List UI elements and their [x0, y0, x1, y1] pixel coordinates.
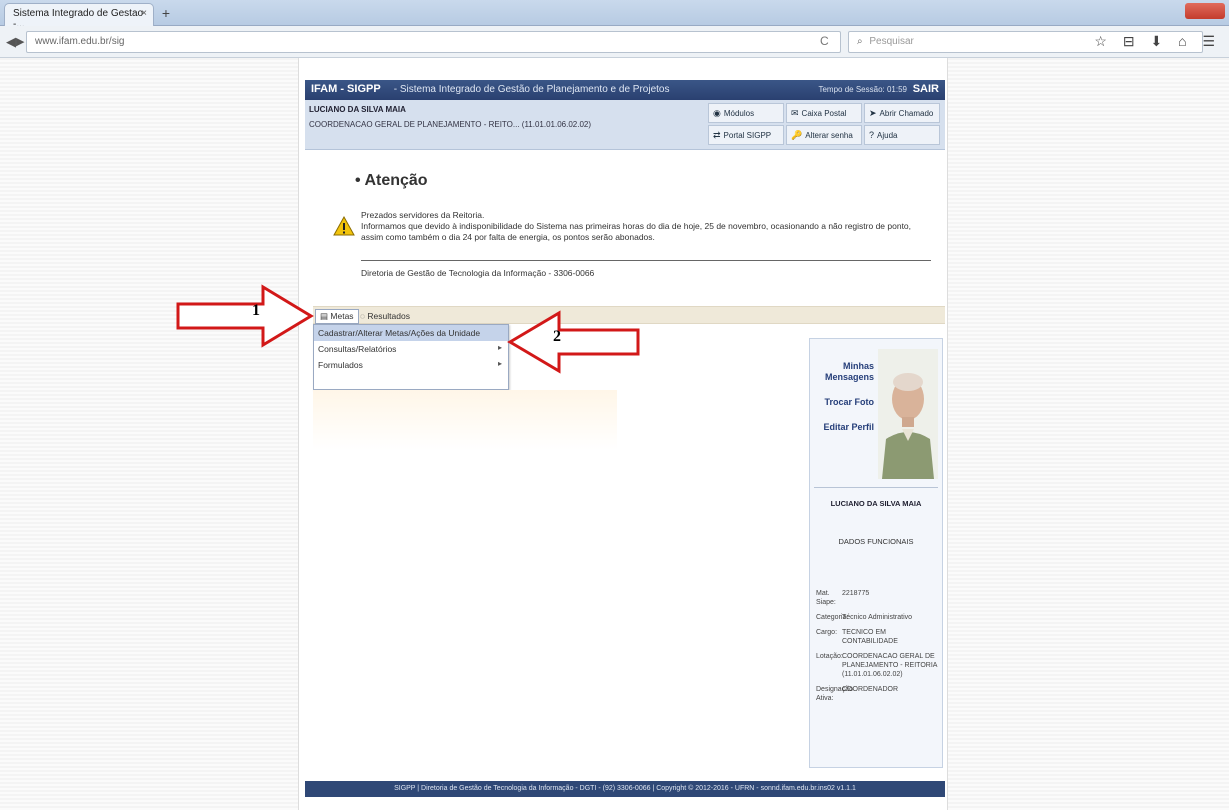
- mailbox-link[interactable]: ✉ Caixa Postal: [786, 103, 862, 123]
- search-placeholder: Pesquisar: [869, 36, 914, 47]
- search-icon: ⌕: [857, 36, 863, 47]
- url-text: www.ifam.edu.br/sig: [35, 36, 125, 47]
- user-info-panel: LUCIANO DA SILVA MAIA COORDENACAO GERAL …: [305, 100, 945, 150]
- browser-nav-bar: ◀ ▶ www.ifam.edu.br/sig C ⌕ Pesquisar ☆ …: [0, 26, 1229, 58]
- functional-data: Mat. Siape: 2218775 Categoria: Técnico Adm…: [816, 589, 940, 709]
- metas-dropdown: Cadastrar/Alterar Metas/Ações da Unidade…: [313, 324, 509, 390]
- metas-icon: ▤: [320, 311, 331, 321]
- submenu-arrow-icon: ▸: [497, 343, 502, 352]
- profile-divider: [814, 487, 938, 488]
- edit-profile-link[interactable]: Editar Perfil: [814, 422, 874, 433]
- mail-icon: ✉: [791, 108, 799, 118]
- warning-icon: [333, 216, 355, 236]
- content-container: IFAM - SIGPP - Sistema Integrado de Gest…: [298, 58, 948, 810]
- page-footer: SIGPP | Diretoria de Gestão de Tecnologi…: [305, 781, 945, 797]
- modules-icon: ◉: [713, 108, 721, 118]
- profile-links: Minhas Mensagens Trocar Foto Editar Perf…: [814, 361, 874, 447]
- browser-tab[interactable]: Sistema Integrado de Gestao -... ×: [4, 3, 154, 30]
- submenu-arrow-icon: ▸: [497, 359, 502, 368]
- decorative-fade: [313, 390, 617, 450]
- dropdown-item-formulados[interactable]: Formulados ▸: [314, 357, 508, 373]
- user-photo: [878, 349, 938, 479]
- detail-row: Lotação: COORDENACAO GERAL DE PLANEJAMENT…: [816, 653, 938, 678]
- dropdown-item-cadastrar[interactable]: Cadastrar/Alterar Metas/Ações da Unidade: [314, 325, 508, 341]
- menu-metas[interactable]: ▤ Metas: [315, 309, 359, 324]
- detail-row: Mat. Siape: 2218775: [816, 590, 870, 606]
- notice-box: • Atenção Prezados servidores da Reitori…: [333, 168, 937, 308]
- user-name: LUCIANO DA SILVA MAIA: [309, 105, 406, 114]
- logout-button[interactable]: SAIR: [913, 83, 939, 95]
- new-tab-button[interactable]: +: [158, 6, 174, 22]
- browser-tab-bar: Sistema Integrado de Gestao -... × +: [0, 0, 1229, 30]
- annotation-arrow-right: [176, 284, 314, 348]
- portal-icon: ⇄: [713, 130, 721, 140]
- reload-icon[interactable]: C: [820, 34, 829, 48]
- messages-link[interactable]: Minhas Mensagens: [814, 361, 874, 383]
- divider: [361, 260, 931, 261]
- notice-body: Prezados servidores da Reitoria. Informa…: [361, 210, 931, 243]
- user-unit: COORDENACAO GERAL DE PLANEJAMENTO - REIT…: [309, 120, 592, 129]
- annotation-arrow-left: [507, 310, 640, 374]
- functional-data-title: DADOS FUNCIONAIS: [838, 537, 914, 546]
- forward-arrow-icon[interactable]: ▶: [16, 35, 24, 48]
- app-description: - Sistema Integrado de Gestão de Planeja…: [393, 84, 670, 95]
- notice-message: Informamos que devido à indisponibilidad…: [361, 221, 912, 242]
- back-arrow-icon[interactable]: ◀: [6, 34, 16, 50]
- arrow-icon: ➤: [869, 108, 877, 118]
- detail-row: Cargo: TECNICO EM CONTABILIDADE: [816, 629, 898, 645]
- notice-signature: Diretoria de Gestão de Tecnologia da Inf…: [361, 268, 595, 278]
- session-timer: Tempo de Sessão: 01:59: [818, 85, 907, 94]
- profile-card: Minhas Mensagens Trocar Foto Editar Perf…: [809, 338, 943, 768]
- open-ticket-link[interactable]: ➤ Abrir Chamado: [864, 103, 940, 123]
- url-bar[interactable]: www.ifam.edu.br/sig: [26, 31, 841, 53]
- notice-greeting: Prezados servidores da Reitoria.: [361, 210, 485, 220]
- key-icon: 🔑: [791, 130, 803, 140]
- change-password-link[interactable]: 🔑 Alterar senha: [786, 125, 862, 145]
- menu-resultados[interactable]: ◌ Resultados: [355, 309, 415, 323]
- portal-link[interactable]: ⇄ Portal SIGPP: [708, 125, 784, 145]
- help-link[interactable]: ? Ajuda: [864, 125, 940, 145]
- annotation-label-2: 2: [553, 328, 561, 345]
- detail-row: Categoria: Técnico Administrativo: [816, 614, 913, 621]
- dropdown-item-consultas[interactable]: Consultas/Relatórios ▸: [314, 341, 508, 357]
- browser-toolbar-icons[interactable]: ☆ ⊟ ⬇ ⌂ ☰: [1094, 33, 1221, 50]
- window-controls[interactable]: [1185, 3, 1225, 19]
- system-header: IFAM - SIGPP - Sistema Integrado de Gest…: [305, 80, 945, 100]
- modules-link[interactable]: ◉ Módulos: [708, 103, 784, 123]
- page-background: IFAM - SIGPP - Sistema Integrado de Gest…: [0, 58, 1229, 810]
- tab-close-icon[interactable]: ×: [141, 8, 147, 19]
- notice-title: • Atenção: [355, 172, 428, 189]
- app-name: IFAM - SIGPP: [311, 83, 381, 95]
- quick-links: ◉ Módulos ✉ Caixa Postal ➤ Abrir Chamado ⇄ P…: [708, 103, 942, 145]
- detail-row: Designação Ativa: COORDENADOR: [816, 686, 899, 702]
- annotation-label-1: 1: [252, 302, 260, 319]
- change-photo-link[interactable]: Trocar Foto: [814, 397, 874, 408]
- help-icon: ?: [869, 130, 875, 140]
- profile-name: LUCIANO DA SILVA MAIA: [830, 499, 922, 508]
